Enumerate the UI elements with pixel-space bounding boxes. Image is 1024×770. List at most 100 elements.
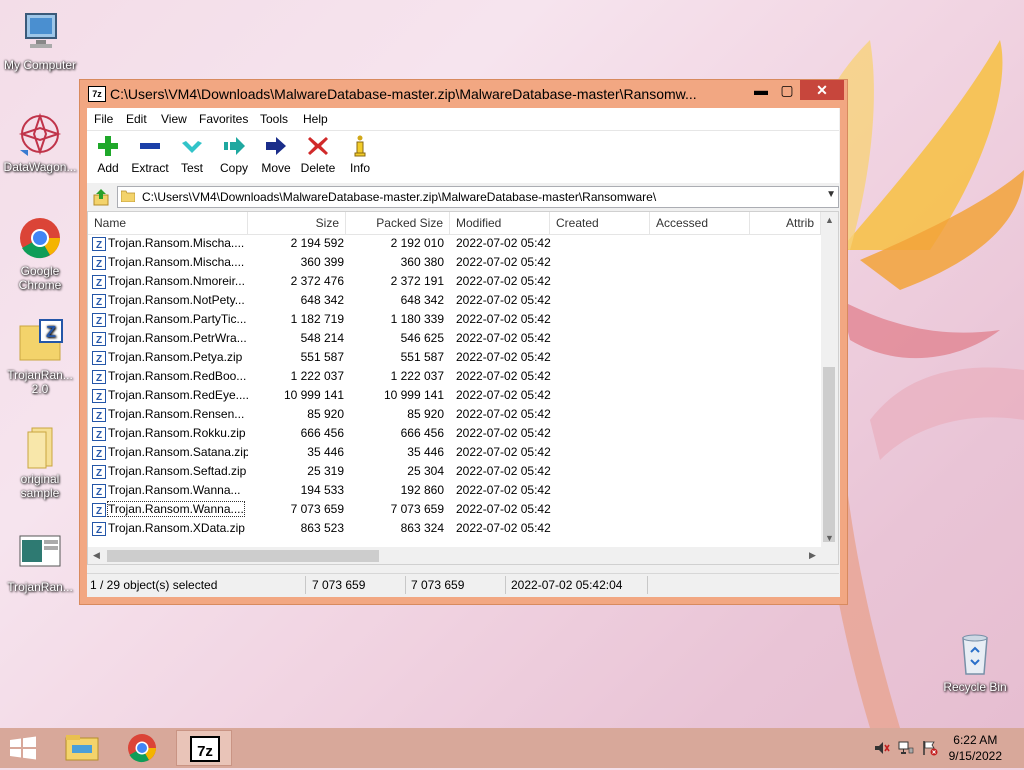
minimize-button[interactable]: ▬ [748,80,774,100]
up-folder-button[interactable] [91,187,111,207]
file-name-cell: Z Trojan.Ransom.Wanna.... [92,500,248,519]
file-name: Trojan.Ransom.PetrWra... [108,331,247,345]
scroll-right-icon[interactable]: ▶ [804,547,821,564]
zip-file-icon: Z [92,274,106,289]
table-row[interactable]: Z Trojan.Ransom.Mischa.... 2 194 592 2 192 … [88,234,821,253]
horizontal-scrollbar[interactable]: ◀ ▶ [88,547,821,564]
vertical-scrollbar[interactable]: ▲ ▼ [821,212,838,564]
datawagon-icon [16,110,64,158]
scroll-left-icon[interactable]: ◀ [88,547,105,564]
table-row[interactable]: Z Trojan.Ransom.PetrWra... 548 214 546 625 2… [88,329,821,348]
delete-button[interactable]: Delete [297,135,339,175]
table-row[interactable]: Z Trojan.Ransom.Mischa.... 360 399 360 380 2… [88,253,821,272]
menu-view[interactable]: View [161,112,187,126]
taskbar-7zip[interactable]: 7z [176,730,232,766]
copy-arrow-icon [222,135,246,157]
path-combobox[interactable]: C:\Users\VM4\Downloads\MalwareDatabase-m… [117,186,839,208]
table-row[interactable]: Z Trojan.Ransom.Nmoreir... 2 372 476 2 372 … [88,272,821,291]
table-row[interactable]: Z Trojan.Ransom.RedEye.... 10 999 141 10 99… [88,386,821,405]
svg-text:Z: Z [96,468,102,479]
table-row[interactable]: Z Trojan.Ransom.XData.zip 863 523 863 324 20… [88,519,821,538]
desktop-icon-trojanran[interactable]: TrojanRan... [0,530,80,594]
close-button[interactable]: ✕ [800,80,844,100]
file-name: Trojan.Ransom.Petya.zip [108,350,243,364]
add-button[interactable]: Add [87,135,129,175]
table-row[interactable]: Z Trojan.Ransom.Petya.zip 551 587 551 587 20… [88,348,821,367]
desktop-icon-my-computer[interactable]: My Computer [0,8,80,72]
action-center-flag-icon[interactable] [922,740,938,759]
modified-cell: 2022-07-02 05:42 [456,293,551,307]
desktop-icon-original-sample[interactable]: original sample [0,422,80,500]
status-size: 7 073 659 [312,578,366,592]
table-row[interactable]: Z Trojan.Ransom.PartyTic... 1 182 719 1 180… [88,310,821,329]
file-list[interactable]: Name Size Packed Size Modified Created A… [87,211,839,565]
file-name: Trojan.Ransom.RedBoo... [108,369,247,383]
file-size-cell: 360 399 [300,255,344,269]
test-button[interactable]: Test [171,135,213,175]
window-content: File Edit View Favorites Tools Help Add … [87,108,839,597]
system-clock[interactable]: 6:22 AM 9/15/2022 [949,732,1002,764]
maximize-button[interactable]: ▢ [774,80,800,100]
file-name-cell: Z Trojan.Ransom.Petya.zip [92,348,248,367]
column-header-modified[interactable]: Modified [450,212,550,234]
table-row-selected[interactable]: Z Trojan.Ransom.Wanna.... 7 073 659 7 073 6… [88,500,821,519]
svg-text:Z: Z [96,430,102,441]
column-header-accessed[interactable]: Accessed [650,212,750,234]
zip-file-icon: Z [92,426,106,441]
file-size-cell: 25 319 [307,464,344,478]
start-button[interactable] [8,736,38,760]
svg-text:Z: Z [96,487,102,498]
network-icon[interactable] [898,740,914,759]
speaker-muted-icon[interactable] [874,740,890,759]
table-row[interactable]: Z Trojan.Ransom.Rensen... 85 920 85 920 2022… [88,405,821,424]
info-button[interactable]: Info [339,135,381,175]
table-row[interactable]: Z Trojan.Ransom.Satana.zip 35 446 35 446 202… [88,443,821,462]
file-name: Trojan.Ransom.Nmoreir... [108,274,245,288]
file-size-cell: 194 533 [300,483,344,497]
zip-file-icon: Z [92,255,106,270]
table-row[interactable]: Z Trojan.Ransom.RedBoo... 1 222 037 1 222 0… [88,367,821,386]
status-packed-size: 7 073 659 [411,578,465,592]
desktop-icon-trojanran-2[interactable]: Z TrojanRan... 2.0 [0,318,80,396]
taskbar-chrome[interactable] [114,730,170,766]
desktop-icon-recycle-bin[interactable]: Recycle Bin [935,630,1015,694]
packed-size-cell: 7 073 659 [390,502,444,516]
column-header-name[interactable]: Name [88,212,248,234]
column-header-size[interactable]: Size [248,212,346,234]
title-bar[interactable]: 7z C:\Users\VM4\Downloads\MalwareDatabas… [80,80,847,108]
move-button[interactable]: Move [255,135,297,175]
column-header-created[interactable]: Created [550,212,650,234]
column-header-packed-size[interactable]: Packed Size [346,212,450,234]
status-divider [505,576,506,594]
hscroll-thumb[interactable] [107,550,379,562]
table-row[interactable]: Z Trojan.Ransom.Rokku.zip 666 456 666 456 20… [88,424,821,443]
menu-favorites[interactable]: Favorites [199,112,248,126]
copy-button[interactable]: Copy [213,135,255,175]
table-row[interactable]: Z Trojan.Ransom.Seftad.zip 25 319 25 304 202… [88,462,821,481]
scroll-up-icon[interactable]: ▲ [821,212,838,229]
table-row[interactable]: Z Trojan.Ransom.NotPety... 648 342 648 342 2… [88,291,821,310]
file-size-cell: 10 999 141 [283,388,344,402]
menu-file[interactable]: File [94,112,113,126]
extract-button[interactable]: Extract [129,135,171,175]
svg-text:Z: Z [46,324,56,341]
svg-text:Z: Z [96,449,102,460]
status-modified: 2022-07-02 05:42:04 [511,578,623,592]
chevron-down-icon[interactable]: ▼ [826,189,836,200]
taskbar-file-explorer[interactable] [54,730,110,766]
scroll-thumb[interactable] [823,367,835,542]
file-size-cell: 85 920 [307,407,344,421]
desktop-icon-datawagon[interactable]: DataWagon... [0,110,80,174]
packed-size-cell: 192 860 [400,483,444,497]
desktop-icon-google-chrome[interactable]: Google Chrome [0,214,80,292]
svg-text:Z: Z [96,278,102,289]
status-selection: 1 / 29 object(s) selected [90,578,218,592]
table-row[interactable]: Z Trojan.Ransom.Wanna... 194 533 192 860 202… [88,481,821,500]
column-header-attrib[interactable]: Attrib [750,212,821,234]
menu-help[interactable]: Help [303,112,328,126]
packed-size-cell: 360 380 [400,255,444,269]
menu-tools[interactable]: Tools [260,112,288,126]
menu-edit[interactable]: Edit [126,112,147,126]
scroll-down-icon[interactable]: ▼ [821,530,838,547]
chrome-icon [128,734,156,763]
